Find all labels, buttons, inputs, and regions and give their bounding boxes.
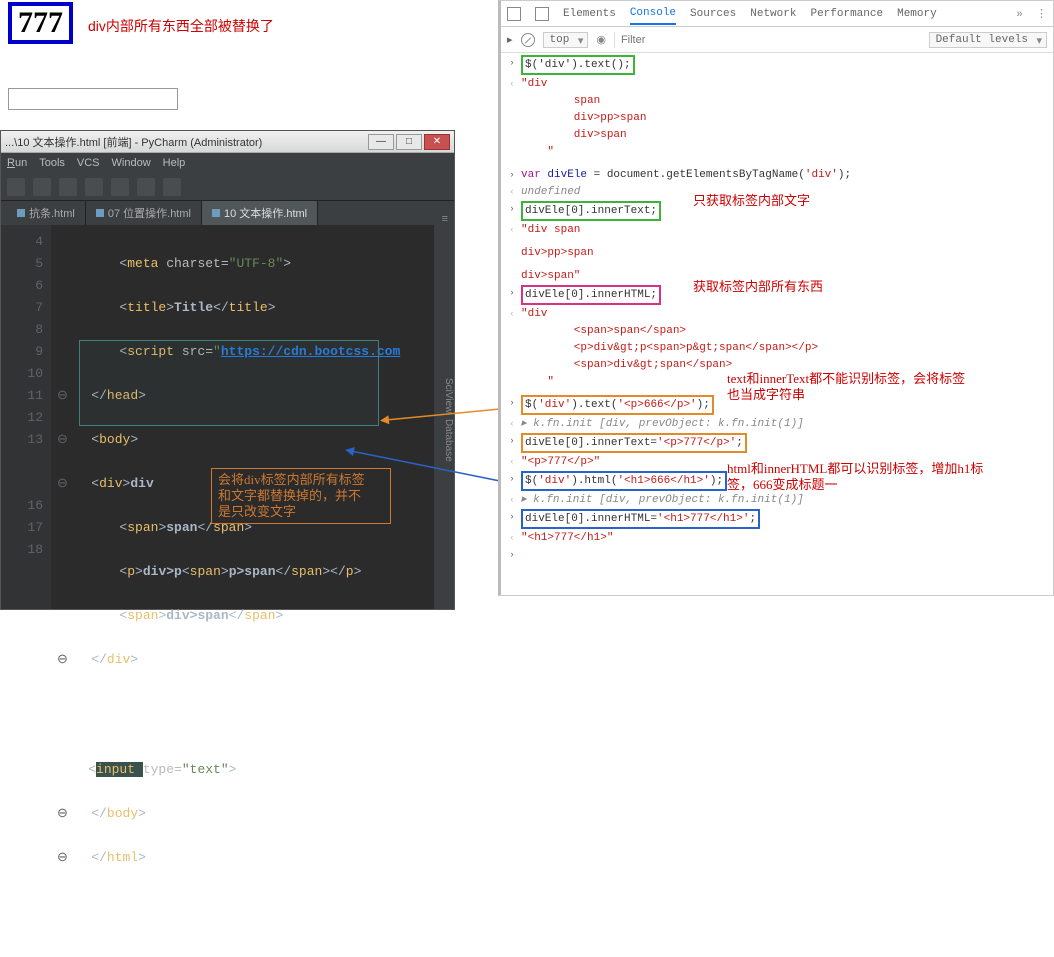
annotation-red-4: text和innerText都不能识别标签，会将标签 也当成字符串 (727, 371, 965, 403)
menu-vcs[interactable]: VCS (77, 157, 100, 169)
window-titlebar[interactable]: ...\10 文本操作.html [前端] - PyCharm (Adminis… (1, 131, 454, 153)
toolbar (1, 173, 454, 201)
console-output-line: " (521, 374, 554, 390)
maximize-button[interactable]: □ (396, 134, 422, 150)
hamburger-icon[interactable]: ≡ (442, 213, 448, 225)
console-output-line: div>pp>span (521, 110, 646, 126)
menu-tools[interactable]: Tools (39, 157, 65, 169)
levels-select[interactable]: Default levels (929, 32, 1047, 48)
tab-performance[interactable]: Performance (810, 4, 883, 24)
more-tabs-icon[interactable]: » ⋮ (1016, 7, 1047, 21)
console-output[interactable]: ›$('div').text(); ‹"div span div>pp>span… (501, 53, 1053, 595)
tab-elements[interactable]: Elements (563, 4, 616, 24)
toolbar-button[interactable] (137, 178, 155, 196)
console-output-line: <span>div&gt;span</span> (521, 357, 732, 373)
menubar: RRunun Tools VCS Window Help (1, 153, 454, 173)
context-select[interactable]: top (543, 32, 589, 48)
tab-console[interactable]: Console (630, 3, 676, 25)
file-icon (17, 209, 25, 217)
pycharm-window: ...\10 文本操作.html [前端] - PyCharm (Adminis… (0, 130, 455, 610)
devtools-tabs: Elements Console Sources Network Perform… (501, 1, 1053, 27)
toolbar-button[interactable] (111, 178, 129, 196)
console-input: divEle[0].innerText; (521, 201, 661, 221)
file-icon (96, 209, 104, 217)
console-input: divEle[0].innerHTML='<h1>777</h1>'; (521, 509, 760, 529)
console-output-line: div>span" (521, 268, 580, 284)
device-icon[interactable] (535, 7, 549, 21)
tab-sources[interactable]: Sources (690, 4, 736, 24)
editor-tabs: 抗条.html 07 位置操作.html 10 文本操作.html ≡ (1, 201, 454, 225)
console-output-line: div>span (521, 127, 627, 143)
annotation-red-5: html和innerHTML都可以识别标签，增加h1标 签，666变成标题一 (727, 461, 983, 493)
console-input: $('div').text(); (521, 55, 635, 75)
console-input: divEle[0].innerText='<p>777</p>'; (521, 433, 747, 453)
annotation-red-1: div内部所有东西全部被替换了 (88, 16, 274, 36)
menu-window[interactable]: Window (112, 157, 151, 169)
console-output-line: undefined (521, 184, 580, 200)
tab-file-1[interactable]: 抗条.html (7, 201, 86, 225)
filter-input[interactable] (614, 32, 744, 48)
toolbar-button[interactable] (163, 178, 181, 196)
console-output-line: div>pp>span (521, 245, 594, 261)
console-output-line: <p>div&gt;p<span>p&gt;span</span></p> (521, 340, 818, 356)
console-output-line: ▸ k.fn.init [div, prevObject: k.fn.init(… (521, 492, 804, 508)
toolbar-button[interactable] (7, 178, 25, 196)
console-output-line: "<p>777</p>" (521, 454, 600, 470)
close-button[interactable]: ✕ (424, 134, 450, 150)
tab-file-2[interactable]: 07 位置操作.html (86, 201, 202, 225)
toolbar-button[interactable] (85, 178, 103, 196)
console-output-line: "div (521, 76, 547, 92)
code-area[interactable]: <meta charset="UTF-8"> <title>Title</tit… (51, 225, 454, 609)
gutter: 456 789 101112 13 161718 (1, 225, 51, 609)
console-output-line: <span>span</span> (521, 323, 686, 339)
editor[interactable]: 456 789 101112 13 161718 <meta charset="… (1, 225, 454, 609)
console-input: $('div').text('<p>666</p>'); (521, 395, 714, 415)
console-output-line: span (521, 93, 600, 109)
menu-help[interactable]: Help (163, 157, 186, 169)
console-output-line: "<h1>777</h1>" (521, 530, 613, 546)
menu-run[interactable]: RRunun (7, 157, 27, 169)
clear-console-icon[interactable] (521, 33, 535, 47)
console-input: var divEle = document.getElementsByTagNa… (521, 167, 851, 183)
tab-network[interactable]: Network (750, 4, 796, 24)
toolbar-button[interactable] (59, 178, 77, 196)
annotation-red-2: 只获取标签内部文字 (693, 193, 810, 209)
page-heading-777: 777 (8, 2, 73, 44)
inspect-icon[interactable] (507, 7, 521, 21)
sidebar-toggle-icon[interactable]: ▸ (507, 33, 513, 47)
annotation-red-3: 获取标签内部所有东西 (693, 279, 823, 295)
console-input: $('div').html('<h1>666</h1>'); (521, 471, 727, 491)
console-input: divEle[0].innerHTML; (521, 285, 661, 305)
console-toolbar: ▸ top ◉ Default levels (501, 27, 1053, 53)
live-expression-icon[interactable]: ◉ (596, 33, 606, 47)
devtools-panel: Elements Console Sources Network Perform… (498, 0, 1054, 596)
minimize-button[interactable]: — (368, 134, 394, 150)
window-title: ...\10 文本操作.html [前端] - PyCharm (Adminis… (5, 134, 368, 150)
demo-input[interactable] (8, 88, 178, 110)
console-output-line: ▸ k.fn.init [div, prevObject: k.fn.init(… (521, 416, 804, 432)
right-rail[interactable]: SciView Database (434, 225, 454, 609)
annotation-orange-box: 会将div标签内部所有标签 和文字都替换掉的，并不 是只改变文字 (211, 468, 391, 524)
console-output-line: "div span (521, 222, 580, 238)
toolbar-button[interactable] (33, 178, 51, 196)
tab-memory[interactable]: Memory (897, 4, 937, 24)
console-output-line: "div (521, 306, 547, 322)
tab-file-3[interactable]: 10 文本操作.html (202, 201, 318, 225)
console-output-line: " (521, 144, 554, 160)
file-icon (212, 209, 220, 217)
